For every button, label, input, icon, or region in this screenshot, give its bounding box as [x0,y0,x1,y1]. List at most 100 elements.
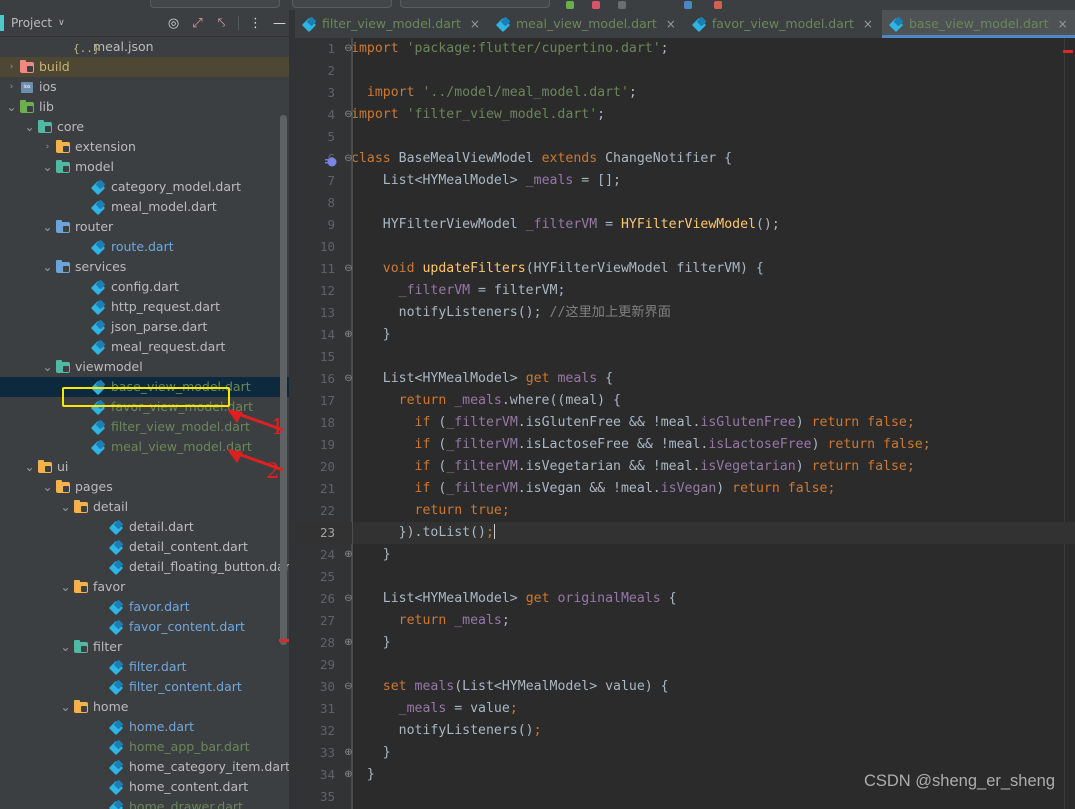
code-line[interactable]: 7 List<HYMealModel> _meals = []; [295,170,1075,192]
chevron-down-icon[interactable]: ⌄ [60,700,71,714]
chevron-down-icon[interactable]: ⌄ [60,580,71,594]
code-line[interactable]: 20 if (_filterVM.isVegetarian && !meal.i… [295,456,1075,478]
toolbar-android-chip[interactable] [400,0,550,8]
more-options-icon[interactable]: ⋮ [248,16,263,31]
chevron-down-icon[interactable]: ⌄ [42,260,53,274]
code-line[interactable]: 29 [295,654,1075,676]
code-line[interactable]: 26 ⊖ List<HYMealModel> get originalMeals … [295,588,1075,610]
editor-tab[interactable]: favor_view_model.dart × [685,10,882,38]
code-line[interactable]: 31 _meals = value; [295,698,1075,720]
chevron-down-icon[interactable]: ⌄ [60,640,71,654]
editor-tab-bar[interactable]: filter_view_model.dart × meal_view_model.d… [295,10,1075,38]
code-line[interactable]: 6⊖class BaseMealViewModel extends Change… [295,148,1075,170]
tree-item[interactable]: favor.dart [0,597,295,617]
code-line[interactable]: 28 ⊕ } [295,632,1075,654]
code-line[interactable]: 1 ⊖ import 'package:flutter/cupertino.dart… [295,38,1075,60]
tree-item[interactable]: ⌄ core [0,117,295,137]
debug-icon[interactable] [592,1,600,9]
tree-item[interactable]: home_app_bar.dart [0,737,295,757]
code-line[interactable]: 15 [295,346,1075,368]
code-line[interactable]: 4 ⊖ import 'filter_view_model.dart'; [295,104,1075,126]
code-line[interactable]: 12 _filterVM = filterVM; [295,280,1075,302]
chevron-down-icon[interactable]: ∨ [58,18,65,28]
tree-item[interactable]: detail_content.dart [0,537,295,557]
chevron-down-icon[interactable]: ⌄ [6,100,17,114]
close-icon[interactable]: × [863,17,873,31]
tree-item[interactable]: ⌄ lib [0,97,295,117]
chevron-right-icon[interactable]: › [6,82,17,93]
tree-item[interactable]: ⌄ viewmodel [0,357,295,377]
code-line[interactable]: 11 ⊖ void updateFilters(HYFilterViewModel… [295,258,1075,280]
tree-item[interactable]: filter_content.dart [0,677,295,697]
toolbar-run-config-chip[interactable] [150,0,280,8]
chevron-down-icon[interactable]: ⌄ [24,120,35,134]
tree-item[interactable]: {..} meal.json [0,37,295,57]
target-icon[interactable]: ◎ [166,16,181,31]
tree-item[interactable]: detail.dart [0,517,295,537]
tree-item[interactable]: ⌄ services [0,257,295,277]
code-line[interactable]: 14 ⊕ } [295,324,1075,346]
code-line[interactable]: 13 notifyListeners(); //这里加上更新界面 [295,302,1075,324]
profile-icon[interactable] [618,1,626,9]
chevron-right-icon[interactable]: › [6,62,17,73]
code-line[interactable]: 8 [295,192,1075,214]
tree-item[interactable]: favor_content.dart [0,617,295,637]
tree-item[interactable]: › extension [0,137,295,157]
chevron-down-icon[interactable]: ⌄ [42,160,53,174]
code-line[interactable]: 17 return _meals.where((meal) { [295,390,1075,412]
code-line[interactable]: 10 [295,236,1075,258]
code-line[interactable]: 2 [295,60,1075,82]
code-line[interactable]: 25 [295,566,1075,588]
editor-tab[interactable]: filter_view_model.dart × [295,10,489,38]
tree-item[interactable]: home_content.dart [0,777,295,797]
run-gutter-icon[interactable] [325,153,337,167]
expand-all-icon[interactable]: ⤢ [190,16,205,31]
tree-item[interactable]: › build [0,57,295,77]
collapse-all-icon[interactable]: ⤣ [214,16,229,31]
code-line[interactable]: 16 ⊖ List<HYMealModel> get meals { [295,368,1075,390]
toolbar-device-chip[interactable] [292,0,392,8]
chevron-down-icon[interactable]: ⌄ [42,220,53,234]
tree-item[interactable]: meal_model.dart [0,197,295,217]
chevron-down-icon[interactable]: ⌄ [60,500,71,514]
code-line[interactable]: 24 ⊕ } [295,544,1075,566]
tree-item[interactable]: filter.dart [0,657,295,677]
tree-item[interactable]: ⌄ favor [0,577,295,597]
error-stripe-mark[interactable] [1063,50,1073,53]
chevron-down-icon[interactable]: ⌄ [42,480,53,494]
tree-item[interactable]: ⌄ home [0,697,295,717]
tree-item[interactable]: home_category_item.dart [0,757,295,777]
code-line[interactable]: 22 return true; [295,500,1075,522]
tree-item[interactable]: base_view_model.dart [0,377,295,397]
tree-item[interactable]: config.dart [0,277,295,297]
editor-tab[interactable]: meal_view_model.dart × [489,10,685,38]
code-line[interactable]: 30 ⊖ set meals(List<HYMealModel> value) { [295,676,1075,698]
minimize-icon[interactable]: — [272,16,287,31]
tree-item[interactable]: json_parse.dart [0,317,295,337]
code-editor[interactable]: 1 ⊖ import 'package:flutter/cupertino.dart… [295,38,1075,809]
code-line[interactable]: 27 return _meals; [295,610,1075,632]
tree-scrollbar[interactable] [280,115,287,645]
close-icon[interactable]: × [1058,17,1068,31]
tree-item[interactable]: ⌄ detail [0,497,295,517]
tree-item[interactable]: meal_request.dart [0,337,295,357]
tree-item[interactable]: ⌄ router [0,217,295,237]
search-everywhere-icon[interactable] [714,1,722,9]
tree-item[interactable]: http_request.dart [0,297,295,317]
tree-item[interactable]: home_drawer.dart [0,797,295,809]
tree-item[interactable]: route.dart [0,237,295,257]
code-line[interactable]: 33 ⊕ } [295,742,1075,764]
tree-item[interactable]: ⌄ filter [0,637,295,657]
tree-item[interactable]: ⌄ model [0,157,295,177]
hot-reload-icon[interactable] [684,1,692,9]
tree-item[interactable]: detail_floating_button.dart [0,557,295,577]
code-line[interactable]: 18 if (_filterVM.isGlutenFree && !meal.i… [295,412,1075,434]
chevron-right-icon[interactable]: › [42,142,53,153]
code-line[interactable]: 5 [295,126,1075,148]
code-line[interactable]: 9 HYFilterViewModel _filterVM = HYFilter… [295,214,1075,236]
code-line[interactable]: 3 import '../model/meal_model.dart'; [295,82,1075,104]
tree-item[interactable]: category_model.dart [0,177,295,197]
code-line[interactable]: 19 if (_filterVM.isLactoseFree && !meal.… [295,434,1075,456]
editor-tab[interactable]: base_view_model.dart × [881,10,1075,38]
code-line[interactable]: 32 notifyListeners(); [295,720,1075,742]
